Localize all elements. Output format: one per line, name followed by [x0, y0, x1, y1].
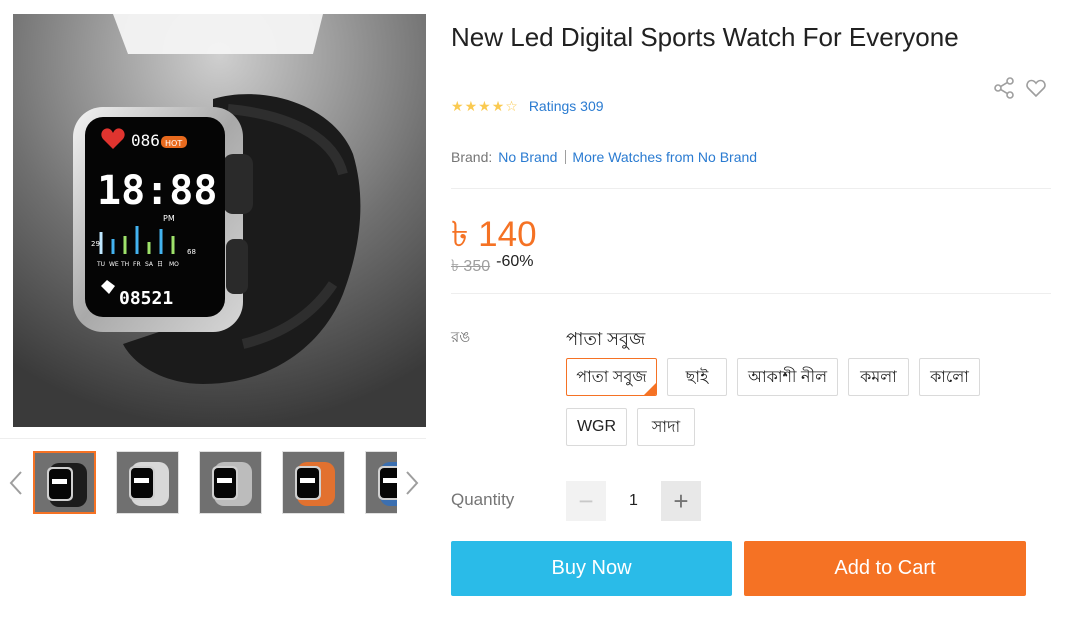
thumbnail-0[interactable]	[33, 451, 96, 514]
buy-now-button[interactable]: Buy Now	[451, 541, 732, 596]
thumb-next-button[interactable]	[402, 466, 422, 500]
color-option-6[interactable]: সাদা	[637, 408, 695, 446]
hot-badge: HOT	[165, 139, 182, 148]
watch-steps-text: 08521	[119, 288, 173, 309]
add-to-cart-button[interactable]: Add to Cart	[744, 541, 1026, 596]
watch-day-5: 日	[157, 261, 163, 268]
quantity-increase-button[interactable]: +	[661, 481, 701, 521]
star-icon: ★	[464, 98, 478, 114]
brand-link[interactable]: No Brand	[498, 149, 557, 165]
product-gallery: 086 HOT 18:88 PM 29 68 TU WE TH FR SA 日 …	[0, 0, 440, 618]
original-price: ৳ 350	[451, 258, 491, 275]
rating-stars: ★ ★ ★ ★ ☆	[451, 98, 519, 114]
brand-row: Brand: No Brand More Watches from No Bra…	[451, 149, 757, 165]
watch-day-3: FR	[133, 261, 141, 268]
thumb-prev-button[interactable]	[6, 466, 26, 500]
heart-rate-text: 086	[131, 131, 160, 150]
half-star-icon: ☆	[505, 98, 518, 114]
chevron-right-icon	[406, 471, 419, 495]
more-from-brand-link[interactable]: More Watches from No Brand	[572, 149, 757, 165]
thumb-strip-divider	[0, 438, 426, 439]
quantity-value[interactable]: 1	[606, 481, 661, 521]
thumbnail-4[interactable]	[365, 451, 397, 514]
thumbnail-strip	[33, 451, 397, 517]
watch-day-4: SA	[145, 261, 154, 268]
color-option-4[interactable]: কালো	[919, 358, 980, 396]
color-option-3[interactable]: কমলা	[848, 358, 909, 396]
color-option-0[interactable]: পাতা সবুজ	[566, 358, 657, 396]
color-option-5[interactable]: WGR	[566, 408, 627, 446]
quantity-label: Quantity	[451, 490, 515, 509]
color-option-1[interactable]: ছাই	[667, 358, 727, 396]
star-icon: ★	[478, 98, 491, 114]
color-family-label: রঙ	[451, 329, 471, 346]
watch-illustration: 086 HOT 18:88 PM 29 68 TU WE TH FR SA 日 …	[13, 14, 426, 427]
watch-day-6: MO	[169, 261, 179, 268]
quantity-decrease-button[interactable]: −	[566, 481, 606, 521]
share-icon[interactable]	[992, 76, 1016, 100]
product-details: New Led Digital Sports Watch For Everyon…	[451, 0, 1051, 618]
thumbnail-1[interactable]	[116, 451, 179, 514]
watch-right-number: 68	[187, 248, 196, 256]
price-original-row: ৳ 350 -60%	[451, 253, 533, 280]
watch-day-2: TH	[120, 261, 129, 268]
star-icon: ★	[451, 98, 464, 114]
star-icon: ★	[491, 98, 505, 114]
brand-label: Brand:	[451, 149, 493, 165]
discount-badge: -60%	[496, 253, 534, 270]
main-product-image[interactable]: 086 HOT 18:88 PM 29 68 TU WE TH FR SA 日 …	[13, 14, 426, 427]
product-title: New Led Digital Sports Watch For Everyon…	[451, 22, 959, 52]
watch-day-0: TU	[96, 261, 105, 268]
watch-time-text: 18:88	[97, 168, 217, 214]
chevron-left-icon	[9, 471, 22, 495]
thumbnail-3[interactable]	[282, 451, 345, 514]
divider	[451, 188, 1051, 189]
watch-day-1: WE	[109, 261, 119, 268]
divider	[451, 293, 1051, 294]
wishlist-heart-icon[interactable]	[1024, 76, 1048, 100]
color-option-2[interactable]: আকাশী নীল	[737, 358, 838, 396]
selected-color-text: পাতা সবুজ	[566, 329, 646, 349]
brand-separator	[565, 150, 567, 164]
watch-ampm-text: PM	[163, 214, 175, 223]
thumbnail-2[interactable]	[199, 451, 262, 514]
watch-left-number: 29	[91, 240, 100, 248]
rating-row: ★ ★ ★ ★ ☆ Ratings 309	[451, 98, 604, 114]
ratings-link[interactable]: Ratings 309	[529, 98, 604, 114]
